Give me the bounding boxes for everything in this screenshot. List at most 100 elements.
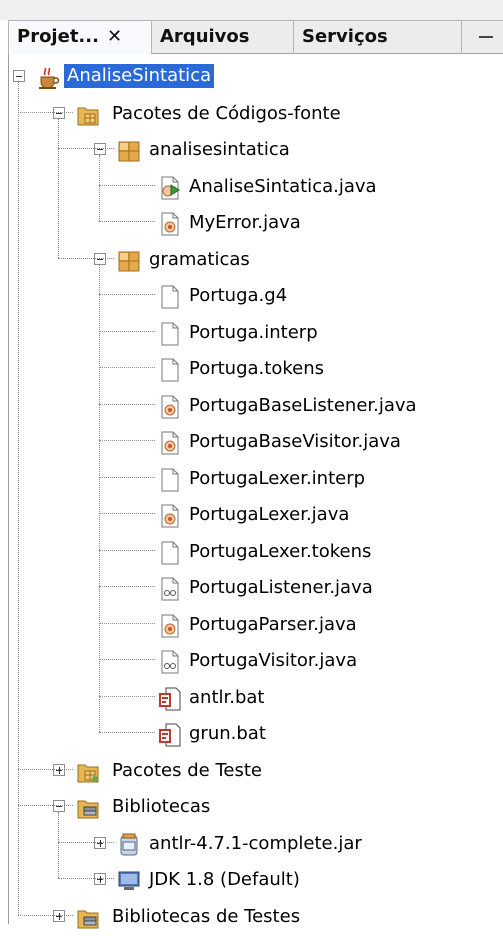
tree-connector bbox=[99, 586, 155, 587]
file-icon bbox=[157, 284, 183, 315]
java-class-icon bbox=[157, 211, 183, 242]
tree-node[interactable]: Bibliotecas de Testes bbox=[9, 900, 503, 934]
tree-node-label: Pacotes de Códigos-fonte bbox=[112, 102, 341, 124]
tree-node[interactable]: Portuga.g4 bbox=[9, 279, 503, 313]
tree-node[interactable]: PortugaListener.java bbox=[9, 571, 503, 605]
jar-icon bbox=[116, 832, 142, 863]
tree-node[interactable]: AnaliseSintatica.java bbox=[9, 170, 503, 204]
collapse-icon[interactable] bbox=[53, 800, 65, 812]
tree-node-label: PortugaLexer.interp bbox=[189, 467, 366, 489]
tree-node[interactable]: Portuga.interp bbox=[9, 316, 503, 350]
collapse-icon[interactable] bbox=[53, 106, 65, 119]
tree-connector bbox=[58, 118, 59, 258]
tree-node-label: AnaliseSintatica bbox=[64, 64, 215, 88]
tree-node-label: AnaliseSintatica.java bbox=[189, 175, 377, 197]
close-icon[interactable]: ✕ bbox=[107, 26, 122, 47]
tree-node[interactable]: grun.bat bbox=[9, 717, 503, 751]
tree-node[interactable]: PortugaLexer.java bbox=[9, 498, 503, 532]
java-class-icon bbox=[157, 394, 183, 425]
tree-node-label: gramaticas bbox=[149, 248, 250, 270]
tree-node[interactable]: analisesintatica bbox=[9, 133, 503, 167]
tree-node-label: analisesintatica bbox=[149, 139, 290, 160]
tree-node-label: PortugaBaseListener.java bbox=[189, 394, 417, 416]
tree-connector bbox=[18, 805, 73, 806]
tree-node[interactable]: PortugaBaseListener.java bbox=[9, 389, 503, 423]
bat-file-icon bbox=[157, 686, 183, 717]
tree-node-label: PortugaListener.java bbox=[189, 577, 373, 598]
tree-node[interactable]: gramaticas bbox=[9, 243, 503, 277]
tab-files[interactable]: Arquivos bbox=[152, 21, 294, 54]
source-packages-icon bbox=[75, 102, 101, 133]
tab-files-label: Arquivos bbox=[160, 26, 250, 47]
expand-icon[interactable] bbox=[53, 763, 65, 776]
tree-connector bbox=[99, 221, 155, 222]
libraries-icon bbox=[75, 795, 101, 826]
tree-node[interactable]: antlr.bat bbox=[9, 681, 503, 715]
collapse-icon[interactable] bbox=[13, 70, 25, 82]
tree-connector bbox=[99, 695, 155, 697]
tree-node-label: antlr.bat bbox=[189, 686, 265, 708]
tree-connector bbox=[99, 330, 155, 332]
collapse-icon[interactable] bbox=[94, 143, 106, 155]
project-tree[interactable]: AnaliseSintatica Pacotes de Códigos-fonte… bbox=[8, 54, 503, 928]
tree-node[interactable]: PortugaParser.java bbox=[9, 608, 503, 642]
bat-file-icon bbox=[157, 722, 183, 753]
tree-node-label: Bibliotecas de Testes bbox=[112, 905, 301, 927]
tab-services-label: Serviços bbox=[302, 26, 388, 47]
tree-connector bbox=[58, 812, 59, 878]
tree-node[interactable]: PortugaLexer.interp bbox=[9, 462, 503, 496]
package-icon bbox=[116, 138, 142, 169]
collapse-icon[interactable] bbox=[94, 252, 106, 265]
tree-node[interactable]: Bibliotecas bbox=[9, 790, 503, 824]
tree-connector bbox=[99, 155, 100, 221]
expand-icon[interactable] bbox=[94, 836, 106, 849]
jdk-icon bbox=[116, 868, 142, 899]
tree-node[interactable]: Pacotes de Códigos-fonte bbox=[9, 97, 503, 131]
tree-connector bbox=[18, 768, 73, 770]
tree-node[interactable]: Portuga.tokens bbox=[9, 352, 503, 386]
tree-node-label: grun.bat bbox=[189, 723, 266, 744]
tab-services[interactable]: Serviços bbox=[294, 21, 462, 54]
tree-node[interactable]: JDK 1.8 (Default) bbox=[9, 863, 503, 897]
package-icon bbox=[116, 248, 142, 279]
file-icon bbox=[157, 321, 183, 352]
tab-projects[interactable]: Projet... ✕ bbox=[8, 21, 152, 54]
tree-node[interactable]: PortugaBaseVisitor.java bbox=[9, 425, 503, 459]
tree-node[interactable]: PortugaLexer.tokens bbox=[9, 535, 503, 569]
java-class-icon bbox=[157, 430, 183, 461]
tree-node-label: MyError.java bbox=[189, 212, 301, 233]
expand-icon[interactable] bbox=[94, 873, 106, 885]
tree-connector bbox=[99, 294, 155, 295]
tree-connector bbox=[99, 476, 155, 478]
tree-node[interactable]: AnaliseSintatica bbox=[9, 60, 503, 94]
minimize-icon[interactable] bbox=[479, 36, 493, 38]
tree-node[interactable]: MyError.java bbox=[9, 206, 503, 240]
window-top-strip bbox=[0, 0, 503, 20]
tree-connector bbox=[18, 111, 73, 113]
java-main-class-icon bbox=[157, 175, 183, 206]
file-icon bbox=[157, 357, 183, 388]
expand-icon[interactable] bbox=[53, 909, 65, 922]
tree-connector bbox=[58, 841, 114, 843]
java-class-icon bbox=[157, 613, 183, 644]
file-icon bbox=[157, 540, 183, 571]
tree-connector bbox=[99, 264, 100, 732]
tree-node[interactable]: Pacotes de Teste bbox=[9, 754, 503, 788]
tree-node[interactable]: PortugaVisitor.java bbox=[9, 644, 503, 678]
tree-connector bbox=[99, 732, 155, 733]
test-packages-icon bbox=[75, 759, 101, 790]
tree-node-label: Portuga.tokens bbox=[189, 358, 324, 379]
tree-node-label: Portuga.g4 bbox=[189, 285, 288, 306]
tree-connector bbox=[99, 622, 155, 624]
tree-connector bbox=[99, 403, 155, 405]
tree-node[interactable]: antlr-4.7.1-complete.jar bbox=[9, 827, 503, 861]
tree-node-label: PortugaLexer.tokens bbox=[189, 540, 372, 562]
tree-connector bbox=[99, 659, 155, 660]
tree-connector bbox=[99, 549, 155, 551]
file-icon bbox=[157, 467, 183, 498]
java-interface-icon bbox=[157, 576, 183, 607]
tree-connector bbox=[99, 513, 155, 514]
tree-connector bbox=[58, 148, 114, 149]
tree-connector bbox=[99, 440, 155, 441]
tab-bar: Projet... ✕ Arquivos Serviços bbox=[8, 20, 503, 54]
